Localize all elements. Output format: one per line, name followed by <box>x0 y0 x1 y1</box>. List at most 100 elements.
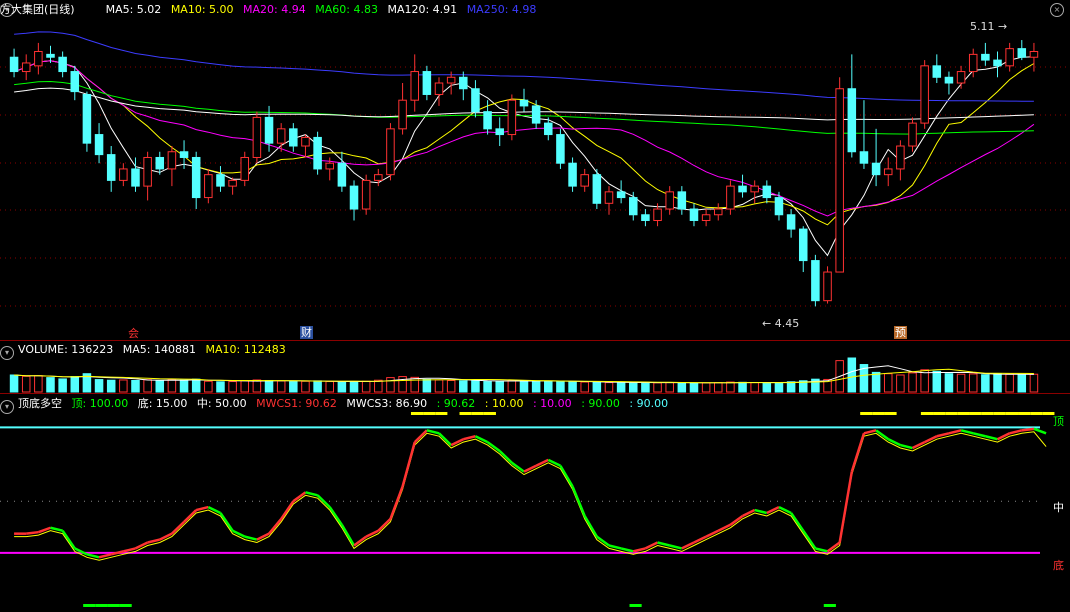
candle-body <box>119 168 128 181</box>
mwcs1-segment <box>413 429 428 444</box>
chart-canvas <box>0 31 1070 607</box>
volume-bar <box>34 375 43 393</box>
bottom-signal-bar <box>95 604 108 607</box>
candle-body <box>786 214 796 230</box>
mwcs1-segment <box>401 441 416 487</box>
volume-bar <box>701 382 711 393</box>
mwcs1-segment <box>268 518 283 535</box>
candle-body <box>264 116 274 144</box>
mwcs1-segment <box>705 529 719 538</box>
volume-bar <box>471 380 480 393</box>
event-marker-3[interactable]: 预 <box>894 326 907 339</box>
mwcs1-segment <box>1033 427 1047 435</box>
candle-body <box>1029 51 1039 58</box>
volume-bar <box>119 379 128 393</box>
candle-body <box>459 76 468 90</box>
volume-bar <box>993 373 1002 393</box>
candle-body <box>556 134 565 164</box>
low-price-label: ← 4.45 <box>762 317 800 330</box>
candle-body <box>301 136 310 147</box>
volume-bar <box>519 380 529 393</box>
top-signal-bar <box>860 412 873 415</box>
volume-bar <box>483 381 492 393</box>
bottom-signal-bar <box>119 604 132 607</box>
candle-body <box>908 122 917 147</box>
mwcs1-segment <box>669 544 683 550</box>
candle-body <box>823 271 832 302</box>
top-signal-bar <box>957 412 970 415</box>
mwcs1-segment <box>438 432 453 446</box>
mwcs1-segment <box>815 547 828 553</box>
volume-bar <box>750 382 759 393</box>
volume-bar <box>604 382 614 393</box>
mwcs1-segment <box>900 443 913 450</box>
mwcs1-segment <box>377 518 392 532</box>
mwcs1-segment <box>996 432 1011 441</box>
volume-bar <box>871 371 881 393</box>
mwcs1-segment <box>693 535 707 544</box>
candle-body <box>883 168 893 176</box>
candle-body <box>835 88 844 273</box>
top-signal-bar <box>423 412 436 415</box>
mwcs1-segment <box>547 458 561 467</box>
event-marker-1[interactable]: 会 <box>128 327 139 340</box>
candle-body <box>289 128 298 147</box>
mwcs1-segment <box>936 432 950 438</box>
volume-bar <box>349 381 359 393</box>
candle-body <box>9 56 19 73</box>
mwcs1-segment <box>171 520 185 535</box>
candle-body <box>471 88 480 113</box>
candle-body <box>677 191 687 210</box>
top-signal-bar <box>1018 412 1031 415</box>
candle-body <box>1017 48 1027 58</box>
candle-body <box>653 208 662 221</box>
candle-body <box>495 128 504 136</box>
volume-bar <box>191 378 201 393</box>
bottom-signal-bar <box>107 604 120 607</box>
volume-bar <box>762 382 772 393</box>
mwcs1-segment <box>123 547 136 553</box>
candle-body <box>944 76 954 84</box>
top-signal-bar <box>410 412 424 415</box>
mwcs1-segment <box>365 529 379 538</box>
candle-body <box>956 71 966 84</box>
candle-body <box>932 65 942 78</box>
volume-bar <box>544 380 553 393</box>
volume-bar <box>531 380 541 393</box>
candle-body <box>641 214 650 221</box>
mwcs1-segment <box>256 532 270 541</box>
candle-body <box>629 197 638 216</box>
mwcs1-segment <box>426 429 440 435</box>
volume-bar <box>641 381 650 393</box>
volume-bar <box>410 376 419 393</box>
candle-body <box>592 174 602 204</box>
volume-bar <box>908 372 917 393</box>
volume-bar <box>568 381 577 393</box>
volume-bar <box>592 381 602 393</box>
volume-bar <box>616 382 626 393</box>
chart-window: { "main_header": { "stock_title": "方大集团(… <box>0 0 1070 612</box>
volume-bar <box>70 376 80 393</box>
volume-bar <box>46 377 55 393</box>
volume-bar <box>179 379 189 393</box>
volume-bar <box>580 381 589 393</box>
candle-body <box>106 154 116 181</box>
candle-body <box>34 51 43 67</box>
volume-bar <box>956 373 966 393</box>
candle-body <box>507 99 517 136</box>
volume-bar <box>361 380 371 393</box>
mwcs1-segment <box>754 508 768 515</box>
mwcs1-segment <box>838 471 854 543</box>
mwcs1-segment <box>620 547 634 553</box>
candle-body <box>70 71 80 93</box>
event-marker-2[interactable]: 财 <box>300 326 313 339</box>
candle-body <box>82 93 92 144</box>
volume-bar <box>738 381 747 393</box>
candle-body <box>398 99 407 130</box>
candle-body <box>349 185 359 210</box>
top-signal-bar <box>459 412 472 415</box>
candle-body <box>131 168 140 187</box>
mwcs1-segment <box>340 524 356 547</box>
candle-body <box>519 99 529 107</box>
volume-bar <box>944 373 954 393</box>
